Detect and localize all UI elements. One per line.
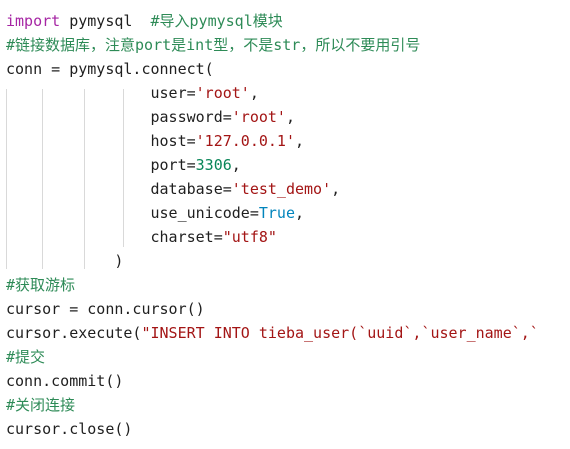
code-line-13: cursor = conn.cursor()	[6, 297, 570, 321]
code-string: 'root'	[195, 84, 250, 102]
code-punct: ,	[295, 132, 305, 150]
code-line-12: #获取游标	[6, 273, 570, 297]
code-text: cursor.close()	[6, 420, 133, 438]
code-line-16: conn.commit()	[6, 369, 570, 393]
code-punct: ,	[285, 108, 295, 126]
code-arg: use_unicode=	[150, 204, 259, 222]
code-text: conn.commit()	[6, 372, 124, 390]
code-string: 'root'	[231, 108, 286, 126]
code-line-11: )	[6, 249, 570, 273]
code-text: conn = pymysql.connect(	[6, 60, 214, 78]
code-line-6: host='127.0.0.1',	[6, 129, 570, 153]
keyword-import: import	[6, 12, 61, 30]
code-line-1: import pymysql #导入pymysql模块	[6, 9, 570, 33]
code-punct: ,	[331, 180, 341, 198]
code-line-9: use_unicode=True,	[6, 201, 570, 225]
code-builtin: True	[258, 204, 295, 222]
code-string: "INSERT INTO tieba_user(`uuid`,`user_nam…	[141, 324, 539, 342]
code-punct: ,	[295, 204, 305, 222]
code-line-15: #提交	[6, 345, 570, 369]
code-punct: ,	[249, 84, 259, 102]
code-text: cursor = conn.cursor()	[6, 300, 205, 318]
code-text: )	[114, 252, 124, 270]
code-text: cursor.execute(	[6, 324, 142, 342]
code-string: '127.0.0.1'	[195, 132, 295, 150]
code-comment: #导入pymysql模块	[150, 12, 283, 30]
code-comment: #提交	[6, 348, 46, 366]
code-number: 3306	[195, 156, 232, 174]
code-arg: host=	[150, 132, 196, 150]
code-line-5: password='root',	[6, 105, 570, 129]
code-arg: database=	[150, 180, 232, 198]
code-arg: user=	[150, 84, 196, 102]
code-arg: charset=	[150, 228, 223, 246]
code-line-2: #链接数据库，注意port是int型，不是str，所以不要用引号	[6, 33, 570, 57]
code-arg: password=	[150, 108, 232, 126]
code-line-8: database='test_demo',	[6, 177, 570, 201]
code-line-7: port=3306,	[6, 153, 570, 177]
code-string: 'test_demo'	[231, 180, 332, 198]
code-comment: #关闭连接	[6, 396, 76, 414]
code-line-4: user='root',	[6, 81, 570, 105]
code-line-3: conn = pymysql.connect(	[6, 57, 570, 81]
code-editor[interactable]: import pymysql #导入pymysql模块 #链接数据库，注意por…	[0, 0, 570, 449]
code-string: "utf8"	[222, 228, 277, 246]
code-punct: ,	[231, 156, 241, 174]
code-line-18: cursor.close()	[6, 417, 570, 441]
code-lines: import pymysql #导入pymysql模块 #链接数据库，注意por…	[6, 9, 570, 441]
code-line-10: charset="utf8"	[6, 225, 570, 249]
code-arg: port=	[150, 156, 196, 174]
code-line-17: #关闭连接	[6, 393, 570, 417]
code-comment: #获取游标	[6, 276, 76, 294]
code-line-14: cursor.execute("INSERT INTO tieba_user(`…	[6, 321, 570, 345]
code-text: pymysql	[60, 12, 151, 30]
code-comment: #链接数据库，注意port是int型，不是str，所以不要用引号	[6, 36, 421, 54]
